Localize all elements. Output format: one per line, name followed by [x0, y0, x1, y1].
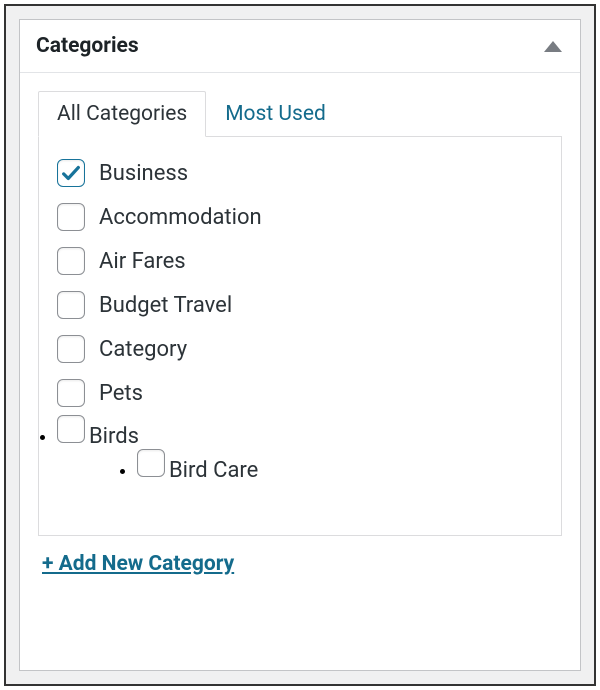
label-accommodation[interactable]: Accommodation [99, 205, 262, 230]
list-item: Birds [57, 415, 551, 449]
checkbox-air-fares[interactable] [57, 247, 85, 275]
tabs: All Categories Most Used [38, 91, 562, 137]
category-list-box[interactable]: Business Accommodation Air Fares [38, 136, 562, 536]
label-category[interactable]: Category [99, 337, 187, 362]
panel-frame: Categories All Categories Most Used Busi… [4, 4, 596, 686]
label-pets[interactable]: Pets [99, 381, 143, 406]
panel-title: Categories [36, 34, 139, 58]
tab-most-used[interactable]: Most Used [206, 91, 345, 137]
label-air-fares[interactable]: Air Fares [99, 249, 186, 274]
checkbox-business[interactable] [57, 159, 85, 187]
child-list: Birds [57, 415, 551, 449]
tab-all-categories[interactable]: All Categories [38, 91, 206, 137]
list-item: Air Fares [57, 239, 551, 283]
checkbox-birds[interactable] [57, 415, 85, 443]
checkbox-pets[interactable] [57, 379, 85, 407]
list-item: Business [57, 151, 551, 195]
categories-panel: Categories All Categories Most Used Busi… [19, 19, 581, 671]
list-item: Budget Travel [57, 283, 551, 327]
checkbox-category[interactable] [57, 335, 85, 363]
list-item: Bird Care [137, 449, 551, 483]
label-birds[interactable]: Birds [89, 424, 139, 449]
checkbox-budget-travel[interactable] [57, 291, 85, 319]
label-business[interactable]: Business [99, 161, 188, 186]
checkbox-accommodation[interactable] [57, 203, 85, 231]
list-item: Accommodation [57, 195, 551, 239]
checkbox-bird-care[interactable] [137, 449, 165, 477]
list-item: Pets [57, 371, 551, 415]
add-new-wrap: + Add New Category [38, 536, 562, 586]
check-icon [60, 162, 82, 184]
category-list: Business Accommodation Air Fares [57, 151, 551, 415]
label-bird-care[interactable]: Bird Care [169, 458, 258, 483]
collapse-icon [544, 41, 562, 52]
panel-body: All Categories Most Used Business [20, 73, 580, 670]
grandchild-list: Bird Care [57, 449, 551, 483]
list-item: Category [57, 327, 551, 371]
add-new-category-link[interactable]: + Add New Category [42, 552, 234, 576]
panel-header[interactable]: Categories [20, 20, 580, 73]
label-budget-travel[interactable]: Budget Travel [99, 293, 232, 318]
